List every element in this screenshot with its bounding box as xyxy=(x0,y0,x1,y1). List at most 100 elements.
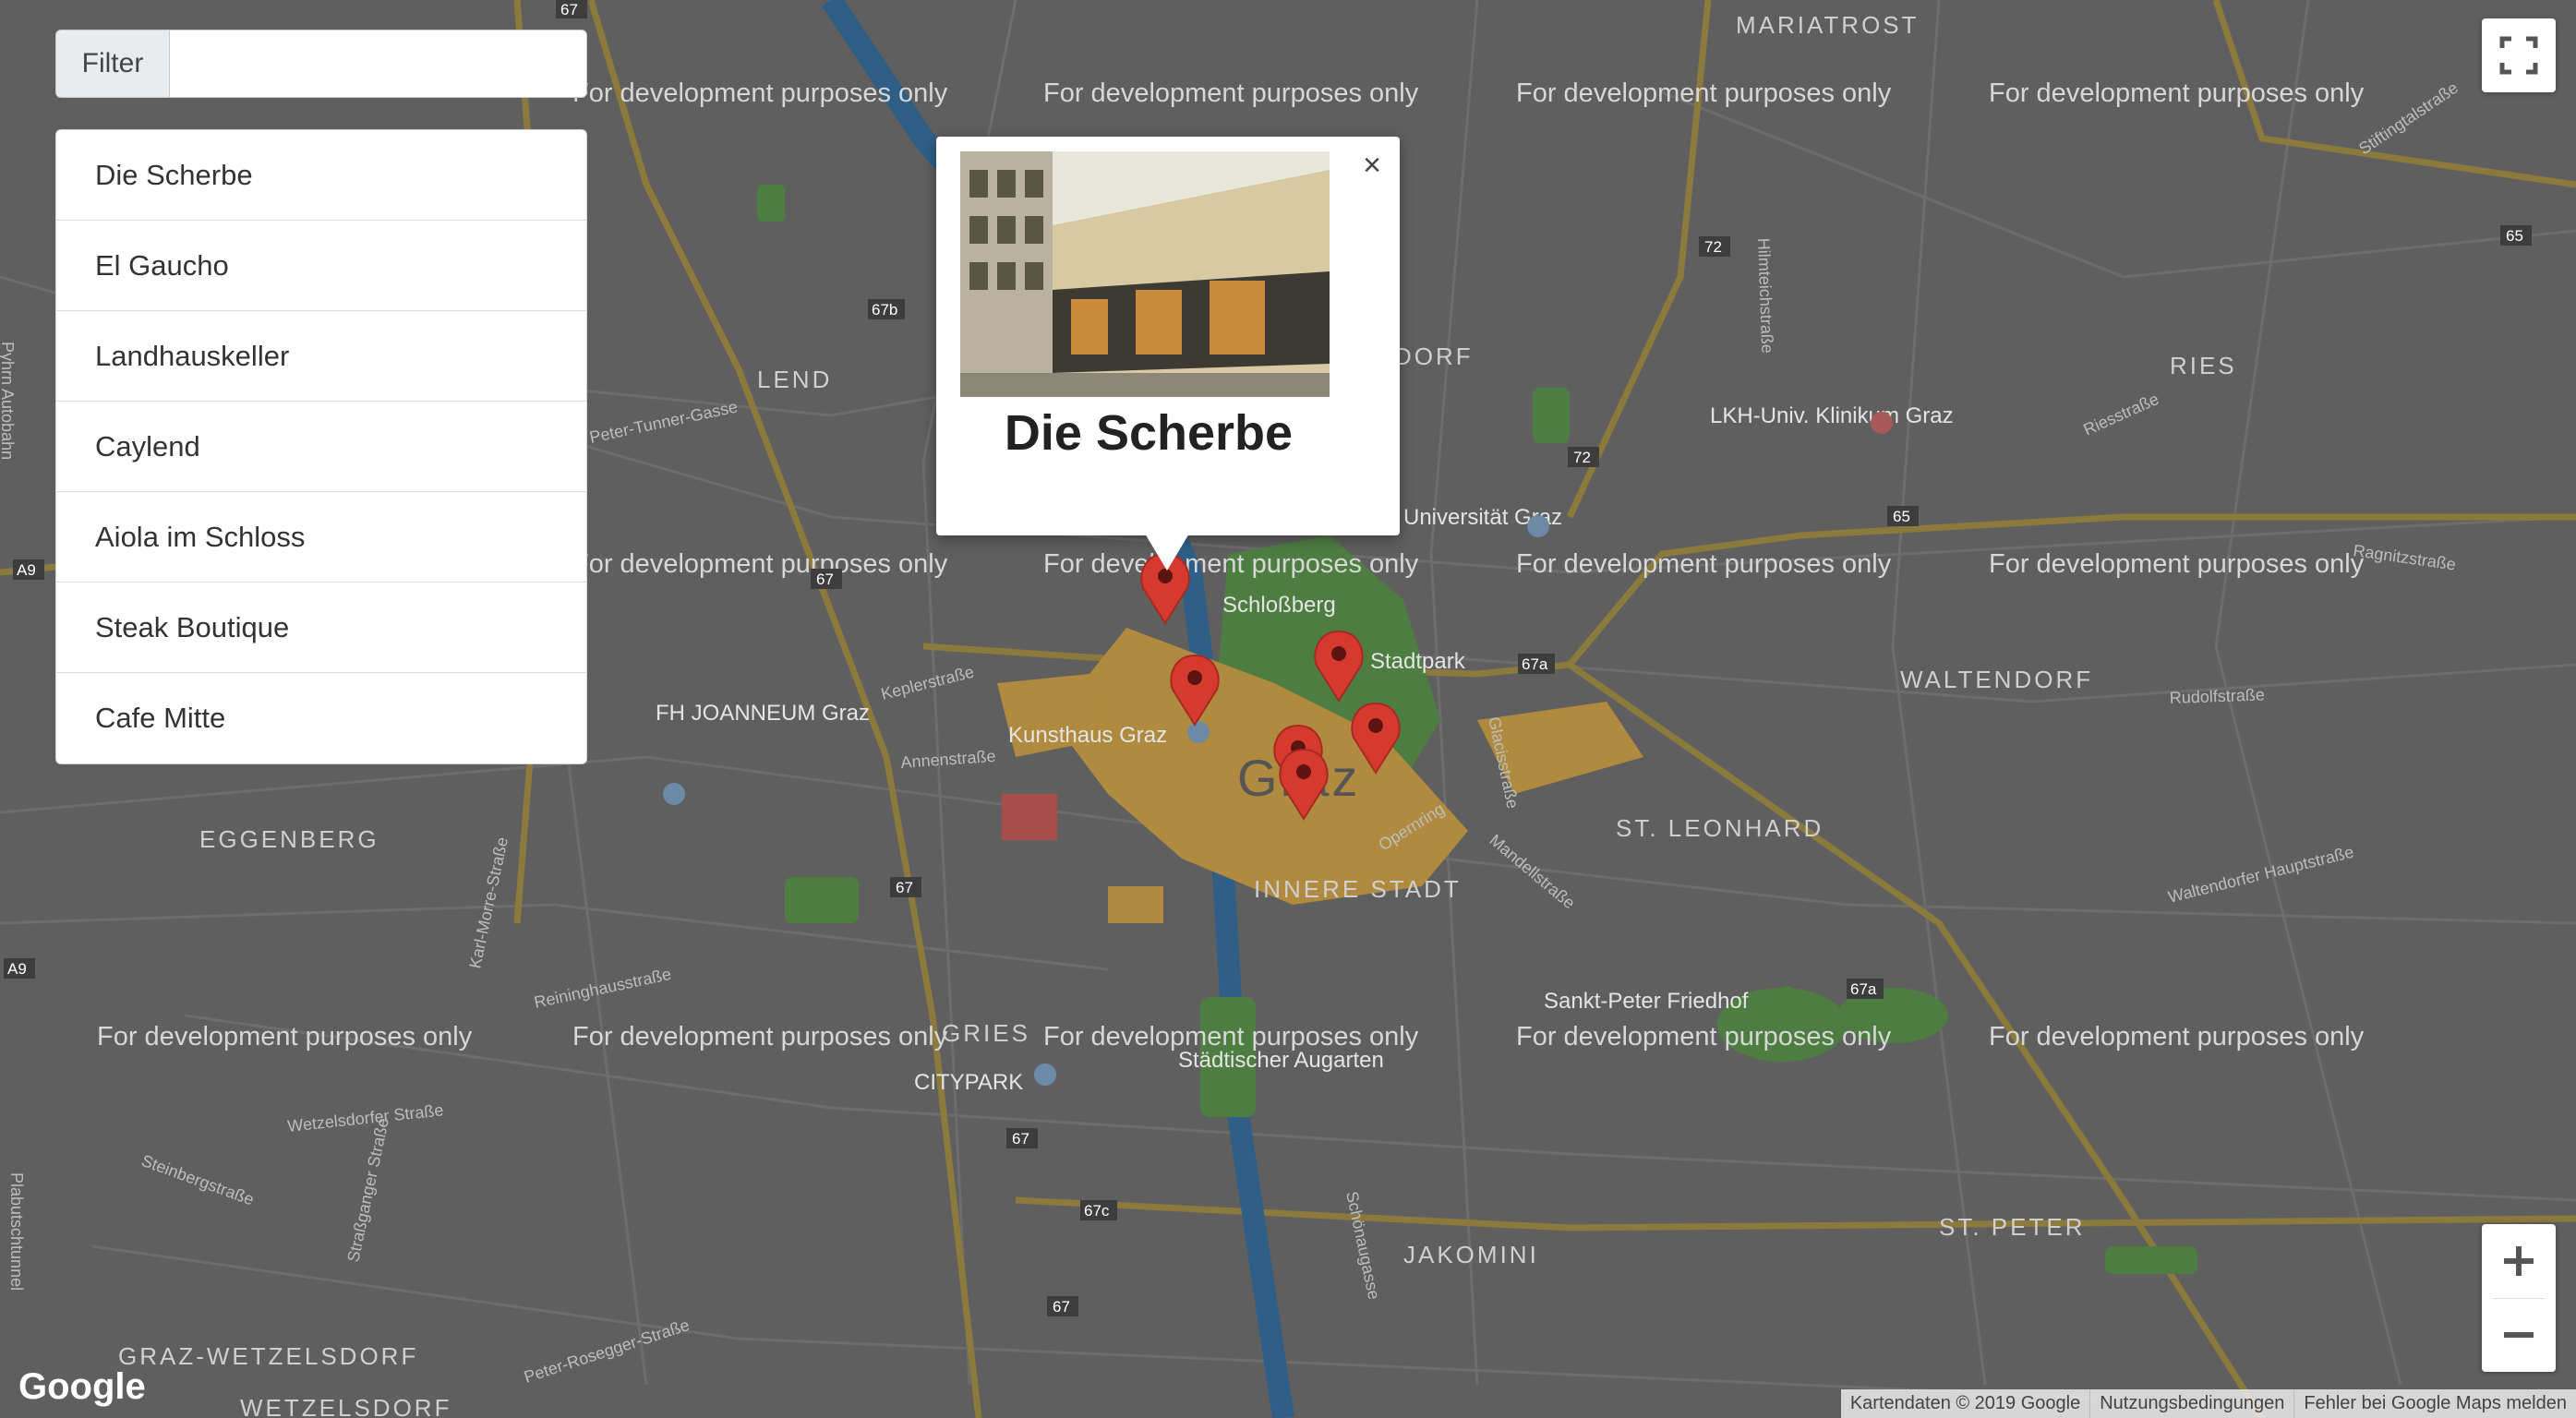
svg-text:For development purposes only: For development purposes only xyxy=(1989,1022,2365,1051)
road-shield: 67a xyxy=(1847,979,1884,999)
svg-text:For development purposes only: For development purposes only xyxy=(1516,1022,1892,1051)
info-window-pointer xyxy=(1145,534,1189,571)
road-shield: 67 xyxy=(811,569,842,589)
svg-text:67: 67 xyxy=(1012,1130,1029,1148)
restaurant-photo xyxy=(960,151,1330,397)
svg-text:LEND: LEND xyxy=(757,366,832,393)
cemetery-pin-icon xyxy=(1776,986,1798,1008)
svg-text:A9: A9 xyxy=(7,960,27,978)
road-shield: A9 xyxy=(4,958,35,979)
svg-text:Pyhrn Autobahn: Pyhrn Autobahn xyxy=(0,342,17,460)
svg-text:For development purposes only: For development purposes only xyxy=(1516,78,1892,108)
svg-text:For development purposes only: For development purposes only xyxy=(572,1022,948,1051)
road-shield: 72 xyxy=(1699,236,1730,257)
filter-input[interactable] xyxy=(170,30,586,97)
svg-text:For development purposes only: For development purposes only xyxy=(1043,78,1419,108)
svg-text:67b: 67b xyxy=(872,301,897,318)
svg-text:For development purposes only: For development purposes only xyxy=(1989,549,2365,579)
filter-bar: Filter xyxy=(55,30,587,98)
svg-text:ST. LEONHARD: ST. LEONHARD xyxy=(1616,814,1824,842)
road-shield: 67b xyxy=(868,299,905,319)
road-shield: 67 xyxy=(1006,1128,1038,1148)
svg-text:67: 67 xyxy=(896,879,913,896)
svg-text:DORF: DORF xyxy=(1394,342,1474,370)
road-shield: 67 xyxy=(556,0,587,18)
svg-text:65: 65 xyxy=(1893,508,1910,525)
filter-label: Filter xyxy=(56,30,170,97)
svg-text:GRAZ-WETZELSDORF: GRAZ-WETZELSDORF xyxy=(118,1342,418,1370)
google-logo: Google xyxy=(18,1366,146,1407)
svg-text:Schloßberg: Schloßberg xyxy=(1222,593,1336,618)
road-shield: A9 xyxy=(13,559,44,580)
road-shield: 67 xyxy=(890,877,921,897)
svg-text:67: 67 xyxy=(1053,1298,1070,1316)
zoom-control xyxy=(2482,1224,2556,1372)
svg-text:WALTENDORF: WALTENDORF xyxy=(1900,666,2093,693)
list-item[interactable]: Aiola im Schloss xyxy=(56,492,586,583)
svg-text:ST. PETER: ST. PETER xyxy=(1939,1213,2085,1241)
svg-text:For development purposes only: For development purposes only xyxy=(97,1022,473,1051)
close-icon[interactable]: × xyxy=(1363,148,1381,184)
svg-text:MARIATROST: MARIATROST xyxy=(1736,11,1920,39)
road-shield: 65 xyxy=(1887,506,1919,526)
shopping-pin-icon xyxy=(1034,1064,1056,1086)
svg-text:EGGENBERG: EGGENBERG xyxy=(199,825,379,853)
fullscreen-button[interactable] xyxy=(2482,18,2556,92)
svg-text:Rudolfstraße: Rudolfstraße xyxy=(2169,685,2265,707)
svg-text:67: 67 xyxy=(560,1,578,18)
svg-text:65: 65 xyxy=(2506,227,2523,245)
svg-text:GRIES: GRIES xyxy=(942,1019,1030,1047)
svg-text:For development purposes only: For development purposes only xyxy=(1989,78,2365,108)
list-item[interactable]: Steak Boutique xyxy=(56,583,586,673)
svg-text:Städtischer Augarten: Städtischer Augarten xyxy=(1178,1048,1384,1073)
road-shield: 67c xyxy=(1080,1200,1117,1220)
zoom-divider xyxy=(2493,1298,2545,1299)
zoom-in-button[interactable] xyxy=(2482,1224,2556,1298)
svg-text:Stadtpark: Stadtpark xyxy=(1370,649,1466,674)
hospital-icon xyxy=(1871,412,1893,434)
svg-text:WETZELSDORF: WETZELSDORF xyxy=(240,1394,451,1418)
svg-text:67c: 67c xyxy=(1084,1202,1110,1220)
list-item[interactable]: Caylend xyxy=(56,402,586,492)
svg-text:72: 72 xyxy=(1704,238,1722,256)
fullscreen-icon xyxy=(2499,36,2538,75)
svg-text:67a: 67a xyxy=(1850,980,1877,998)
road-shield: 67a xyxy=(1518,654,1555,674)
map-footer: Kartendaten © 2019 Google Nutzungsbeding… xyxy=(1840,1389,2576,1418)
svg-text:LKH-Univ. Klinikum Graz: LKH-Univ. Klinikum Graz xyxy=(1710,403,1954,428)
plus-icon xyxy=(2504,1246,2534,1276)
svg-text:For development purposes only: For development purposes only xyxy=(1043,549,1419,579)
list-item[interactable]: El Gaucho xyxy=(56,221,586,311)
place-list: Die Scherbe El Gaucho Landhauskeller Cay… xyxy=(55,129,587,764)
svg-text:67a: 67a xyxy=(1522,655,1548,673)
svg-text:JAKOMINI: JAKOMINI xyxy=(1403,1241,1539,1268)
svg-text:A9: A9 xyxy=(17,561,36,579)
zoom-out-button[interactable] xyxy=(2482,1298,2556,1372)
info-window-title: Die Scherbe xyxy=(1004,405,1294,461)
svg-text:For development purposes only: For development purposes only xyxy=(1516,549,1892,579)
terms-link[interactable]: Nutzungsbedingungen xyxy=(2089,1389,2293,1418)
school-pin-icon xyxy=(663,783,685,805)
svg-text:Plabutschtunnel: Plabutschtunnel xyxy=(7,1172,26,1291)
list-item[interactable]: Die Scherbe xyxy=(56,130,586,221)
road-shield: 72 xyxy=(1568,447,1599,467)
svg-text:For development purposes only: For development purposes only xyxy=(572,78,948,108)
svg-text:67: 67 xyxy=(816,571,834,588)
svg-text:INNERE STADT: INNERE STADT xyxy=(1254,875,1462,903)
list-item[interactable]: Landhauskeller xyxy=(56,311,586,402)
red-area xyxy=(1002,794,1057,840)
svg-text:For development purposes only: For development purposes only xyxy=(572,549,948,579)
road-shield: 67 xyxy=(1047,1296,1078,1316)
road-shield: 65 xyxy=(2500,225,2532,246)
svg-text:Kunsthaus Graz: Kunsthaus Graz xyxy=(1008,723,1167,748)
svg-text:72: 72 xyxy=(1573,449,1591,466)
info-window: × Die Scherbe xyxy=(936,137,1400,535)
museum-pin-icon xyxy=(1187,721,1210,743)
report-error-link[interactable]: Fehler bei Google Maps melden xyxy=(2293,1389,2576,1418)
svg-text:FH JOANNEUM Graz: FH JOANNEUM Graz xyxy=(656,701,870,726)
svg-text:CITYPARK: CITYPARK xyxy=(914,1070,1023,1095)
university-pin-icon xyxy=(1527,515,1549,537)
map-data-credit: Kartendaten © 2019 Google xyxy=(1849,1393,2081,1413)
svg-text:RIES: RIES xyxy=(2170,352,2237,379)
list-item[interactable]: Cafe Mitte xyxy=(56,673,586,763)
